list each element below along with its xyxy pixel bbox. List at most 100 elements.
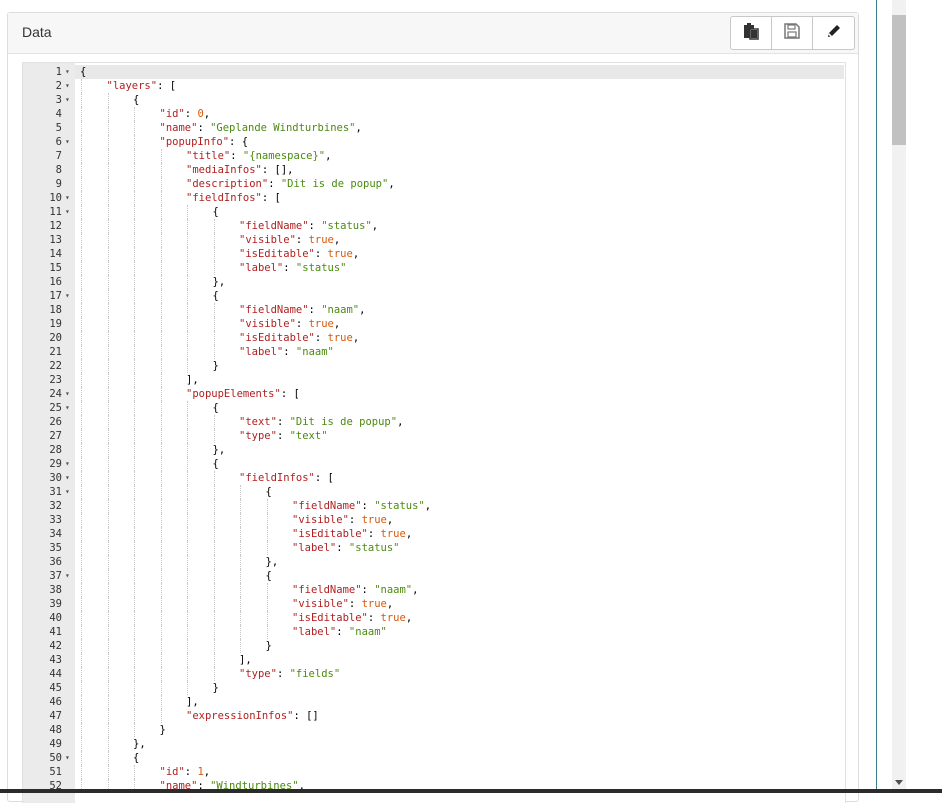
page-scrollbar[interactable]: [892, 0, 906, 793]
code-line[interactable]: 1 ▾ {: [56, 65, 844, 79]
save-button[interactable]: [772, 17, 813, 49]
code-text: "type": "fields": [239, 668, 341, 680]
line-number: 12: [49, 220, 62, 232]
indent-guide: [213, 317, 215, 331]
line-number: 13: [49, 234, 62, 246]
fold-toggle-icon[interactable]: ▾: [65, 485, 73, 499]
line-number: 48: [49, 724, 62, 736]
code-line[interactable]: 43],: [23, 653, 845, 667]
code-line[interactable]: 9 "description": "Dit is de popup",: [23, 177, 845, 191]
fold-toggle-icon[interactable]: ▾: [65, 205, 73, 219]
code-line[interactable]: 33 "visible": true,: [23, 513, 845, 527]
code-line[interactable]: 27 "type": "text": [23, 429, 845, 443]
fold-toggle-icon[interactable]: ▾: [65, 93, 73, 107]
code-line[interactable]: 34 "isEditable": true,: [23, 527, 845, 541]
line-number: 27: [49, 430, 62, 442]
json-code-editor[interactable]: 1 ▾{2 ▾ "layers": [3 ▾{4 "id": 0, 5 "name": "Ge…: [22, 62, 846, 803]
code-line[interactable]: 29 ▾ {: [23, 457, 845, 471]
code-line[interactable]: 20 "isEditable": true,: [23, 331, 845, 345]
code-line[interactable]: 42}: [23, 639, 845, 653]
code-line[interactable]: 16},: [23, 275, 845, 289]
code-line[interactable]: 36},: [23, 555, 845, 569]
code-line[interactable]: 37 ▾ {: [23, 569, 845, 583]
indent-guide: [240, 499, 241, 513]
fold-toggle-icon[interactable]: ▾: [65, 135, 73, 149]
code-line[interactable]: 25 ▾ {: [23, 401, 845, 415]
fold-toggle-icon[interactable]: ▾: [65, 387, 73, 401]
line-number: 14: [49, 248, 62, 260]
code-line[interactable]: 14 "isEditable": true,: [23, 247, 845, 261]
code-line[interactable]: 44 "type": "fields": [23, 667, 845, 681]
code-text: },: [212, 276, 226, 288]
code-line[interactable]: 17 ▾ {: [23, 289, 845, 303]
fold-toggle-icon[interactable]: ▾: [65, 751, 73, 765]
code-line[interactable]: 4 "id": 0,: [23, 107, 845, 121]
fold-toggle-icon[interactable]: ▾: [65, 79, 73, 93]
code-line[interactable]: 11 ▾ {: [23, 205, 845, 219]
line-number: 39: [49, 598, 62, 610]
code-line[interactable]: 46],: [23, 695, 845, 709]
code-line[interactable]: 45}: [23, 681, 845, 695]
line-number: 37: [49, 570, 62, 582]
code-line[interactable]: 48}: [23, 723, 845, 737]
code-line[interactable]: 41 "label": "naam": [23, 625, 845, 639]
fold-toggle-icon[interactable]: ▾: [65, 401, 73, 415]
indent-guide: [134, 289, 135, 303]
indent-guide: [187, 345, 188, 359]
fold-toggle-icon[interactable]: ▾: [65, 65, 73, 79]
code-line[interactable]: 10 ▾ "fieldInfos": [: [23, 191, 845, 205]
code-line[interactable]: 7 "title": "{namespace}",: [23, 149, 845, 163]
code-line[interactable]: 30 ▾ "fieldInfos": [: [23, 471, 845, 485]
scrollbar-thumb[interactable]: [892, 15, 906, 145]
code-line[interactable]: 12 "fieldName": "status",: [23, 219, 845, 233]
code-line[interactable]: 18 "fieldName": "naam",: [23, 303, 845, 317]
fold-toggle-icon[interactable]: ▾: [65, 471, 73, 485]
line-number: 44: [49, 668, 62, 680]
code-line[interactable]: 2 ▾ "layers": [: [23, 79, 845, 93]
code-line[interactable]: 50 ▾ {: [23, 751, 845, 765]
indent-guide: [81, 107, 82, 121]
code-line[interactable]: 35 "label": "status": [23, 541, 845, 555]
scroll-down-arrow-icon[interactable]: [895, 780, 903, 785]
indent-guide: [81, 247, 82, 261]
indent-guide: [81, 443, 82, 457]
code-line[interactable]: 38 "fieldName": "naam",: [23, 583, 845, 597]
fold-toggle-icon[interactable]: ▾: [65, 457, 73, 471]
indent-guide: [160, 597, 162, 611]
code-line[interactable]: 24 ▾ "popupElements": [: [23, 387, 845, 401]
code-text: "label": "status": [292, 542, 400, 554]
line-number: 5: [55, 122, 62, 134]
code-line[interactable]: 15 "label": "status": [23, 261, 845, 275]
paste-button[interactable]: [731, 17, 772, 49]
indent-guide: [187, 289, 188, 303]
code-line[interactable]: 22}: [23, 359, 845, 373]
code-line[interactable]: 32 "fieldName": "status",: [23, 499, 845, 513]
code-line[interactable]: 51 "id": 1,: [23, 765, 845, 779]
indent-guide: [134, 303, 135, 317]
code-line[interactable]: 40 "isEditable": true,: [23, 611, 845, 625]
code-line[interactable]: 6 ▾ "popupInfo": {: [23, 135, 845, 149]
indent-guide: [160, 387, 162, 401]
code-line[interactable]: 39 "visible": true,: [23, 597, 845, 611]
fold-toggle-icon[interactable]: ▾: [65, 569, 73, 583]
edit-button[interactable]: [813, 17, 854, 49]
code-line[interactable]: 21 "label": "naam": [23, 345, 845, 359]
indent-guide: [160, 569, 162, 583]
indent-guide: [134, 163, 135, 177]
fold-toggle-icon[interactable]: ▾: [65, 191, 73, 205]
code-line[interactable]: 19 "visible": true,: [23, 317, 845, 331]
indent-guide: [187, 275, 188, 289]
code-line[interactable]: 47 "expressionInfos": []: [23, 709, 845, 723]
code-line[interactable]: 31 ▾ {: [23, 485, 845, 499]
indent-guide: [187, 667, 188, 681]
code-line[interactable]: 23],: [23, 373, 845, 387]
code-line[interactable]: 26 "text": "Dit is de popup",: [23, 415, 845, 429]
code-line[interactable]: 8 "mediaInfos": [],: [23, 163, 845, 177]
code-line[interactable]: 49},: [23, 737, 845, 751]
code-line[interactable]: 28},: [23, 443, 845, 457]
indent-guide: [134, 247, 135, 261]
code-line[interactable]: 13 "visible": true,: [23, 233, 845, 247]
code-line[interactable]: 3 ▾ {: [23, 93, 845, 107]
fold-toggle-icon[interactable]: ▾: [65, 289, 73, 303]
code-line[interactable]: 5 "name": "Geplande Windturbines",: [23, 121, 845, 135]
